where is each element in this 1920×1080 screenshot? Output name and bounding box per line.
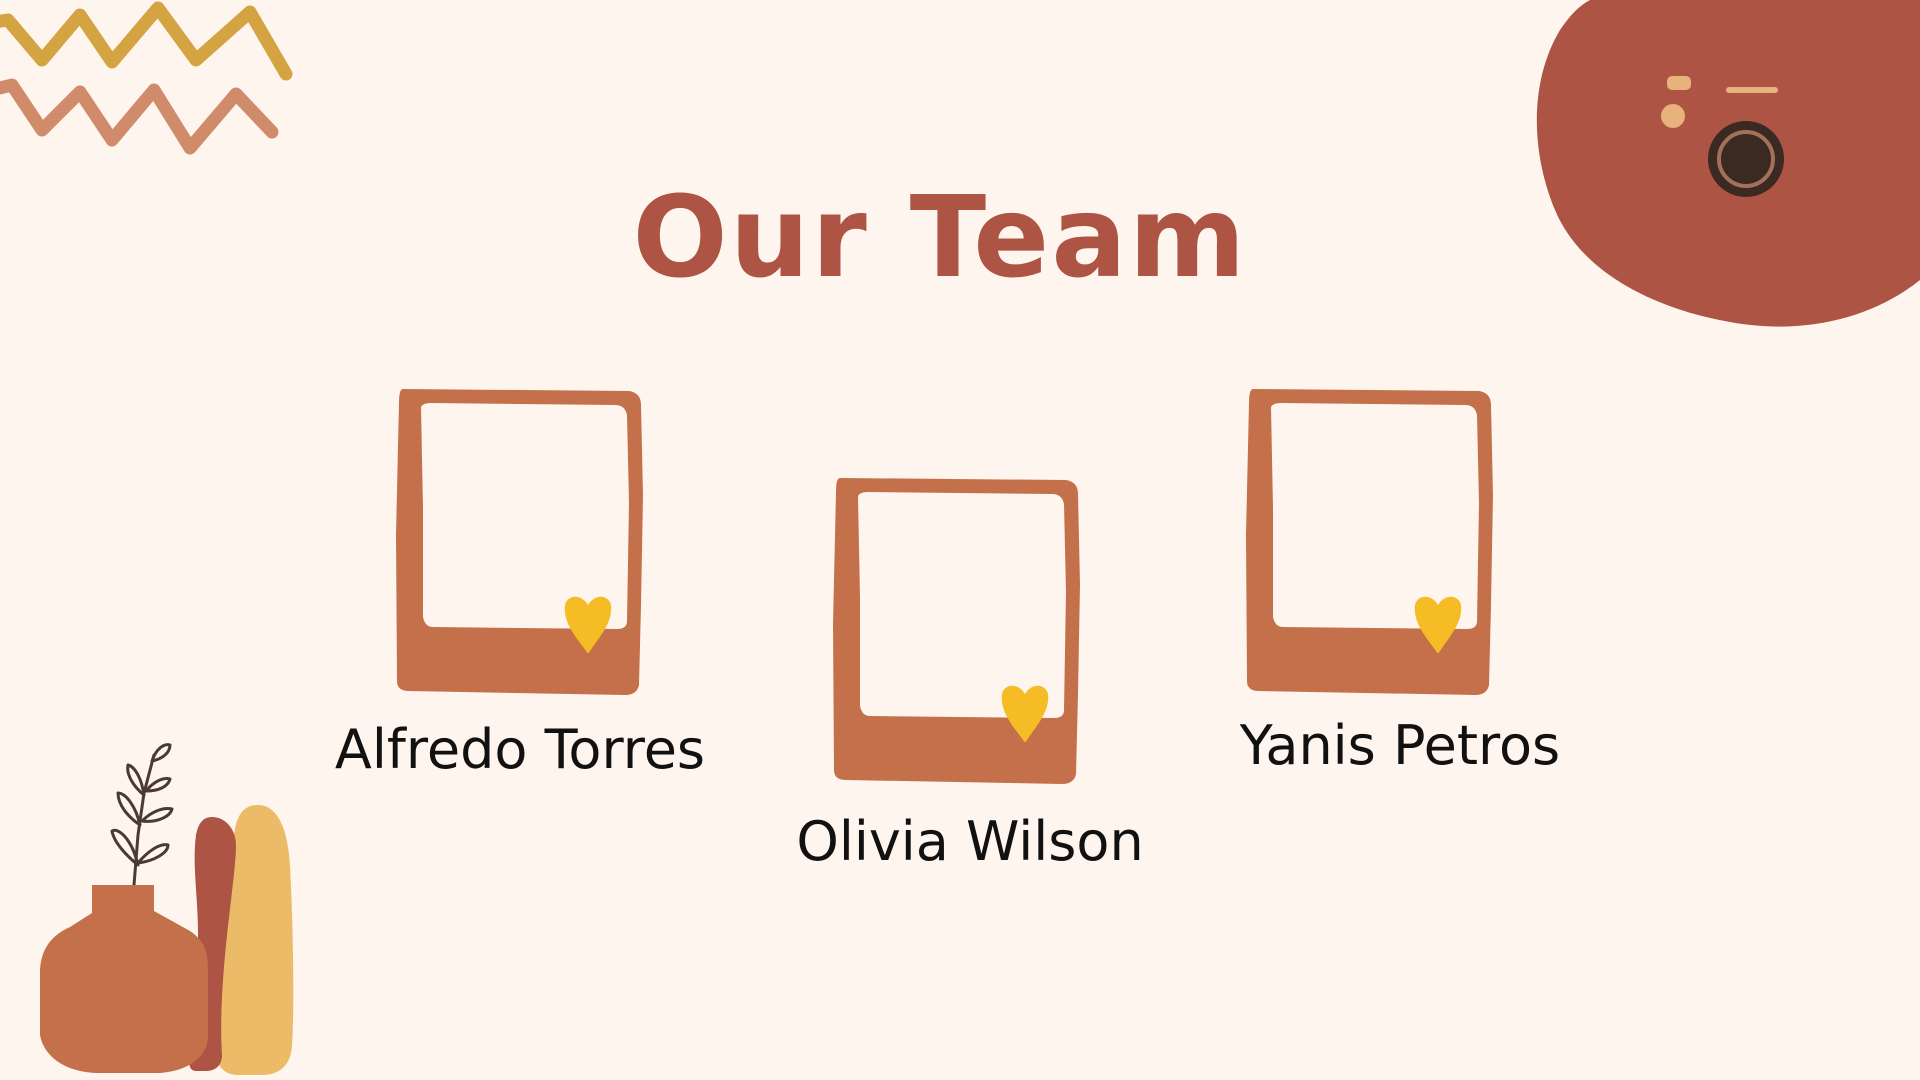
zigzag-decoration-icon [0,1,293,155]
photo-frame-icon [396,389,643,695]
member-name-3: Yanis Petros [1239,714,1561,777]
member-name-1: Alfredo Torres [334,718,706,781]
plant-vase-icon [40,743,294,1075]
photo-frame-icon [833,478,1080,784]
team-slide: Our Team Alfredo Torres Olivia Wilson Ya… [0,0,1920,1080]
member-name-2: Olivia Wilson [796,810,1144,873]
photo-frame-icon [1246,389,1493,695]
page-title: Our Team [632,173,1248,303]
